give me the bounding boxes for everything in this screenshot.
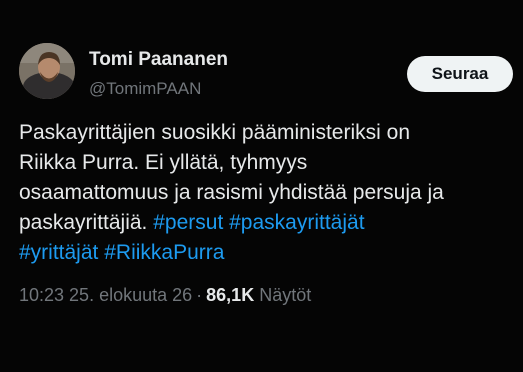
author-handle[interactable]: @TomimPAAN [89, 79, 201, 99]
tweet-line: paskayrittäjiä. #persut #paskayrittäjät [19, 208, 523, 238]
hashtag-link[interactable]: #paskayrittäjät [229, 211, 364, 234]
author-name[interactable]: Tomi Paananen [89, 49, 228, 71]
tweet-text-segment: Riikka Purra. Ei yllätä, tyhmyys [19, 151, 308, 174]
tweet-card: Tomi Paananen @TomimPAAN Seuraa Paskayri… [0, 0, 523, 372]
tweet-line: Paskayrittäjien suosikki pääministeriksi… [19, 118, 523, 148]
tweet-meta: 10:23 25. elokuuta 26 · 86,1K Näytöt [19, 285, 311, 306]
timestamp[interactable]: 10:23 25. elokuuta 26 [19, 285, 192, 305]
tweet-text-segment: paskayrittäjiä. [19, 211, 154, 234]
tweet-line: osaamattomuus ja rasismi yhdistää persuj… [19, 178, 523, 208]
meta-separator: · [196, 285, 203, 305]
follow-button[interactable]: Seuraa [407, 56, 513, 92]
tweet-text-segment: osaamattomuus ja rasismi yhdistää persuj… [19, 181, 444, 204]
avatar[interactable] [19, 43, 75, 99]
hashtag-link[interactable]: #persut [153, 211, 223, 234]
hashtag-link[interactable]: #yrittäjät [19, 241, 98, 264]
profile-photo-icon [19, 43, 75, 99]
views-count: 86,1K [206, 285, 255, 305]
tweet-line: #yrittäjät #RiikkaPurra [19, 238, 523, 268]
tweet-text-segment: Paskayrittäjien suosikki pääministeriksi… [19, 121, 410, 144]
tweet-line: Riikka Purra. Ei yllätä, tyhmyys [19, 148, 523, 178]
views-label[interactable]: Näytöt [259, 285, 311, 305]
hashtag-link[interactable]: #RiikkaPurra [104, 241, 224, 264]
tweet-text: Paskayrittäjien suosikki pääministeriksi… [19, 118, 523, 268]
